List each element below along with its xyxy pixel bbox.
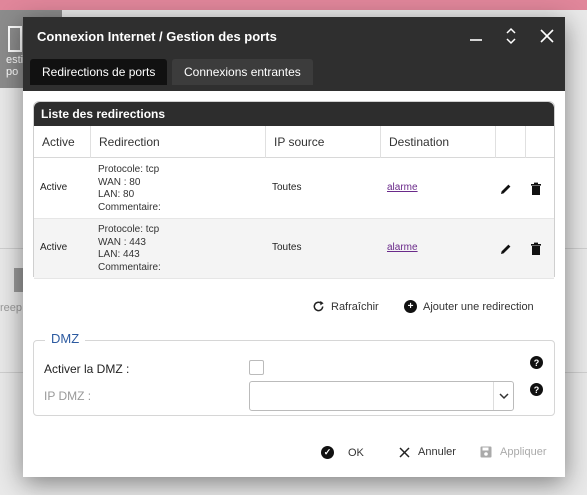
dialog-title: Connexion Internet / Gestion des ports: [37, 29, 277, 44]
edit-icon[interactable]: [499, 182, 513, 196]
tab-redirections[interactable]: Redirections de ports: [30, 59, 168, 85]
apply-label: Appliquer: [500, 446, 547, 458]
add-redirection-button[interactable]: + Ajouter une redirection: [404, 300, 534, 313]
dialog-header: Connexion Internet / Gestion des ports R…: [23, 17, 565, 91]
row-protocol: Protocole: tcp: [98, 164, 160, 175]
row-comment: Commentaire:: [98, 261, 161, 273]
minimize-icon: [470, 39, 482, 41]
tab-connexions-entrantes[interactable]: Connexions entrantes: [172, 59, 313, 85]
row-active: Active: [40, 242, 68, 253]
add-redirection-label: Ajouter une redirection: [423, 300, 534, 313]
dmz-activate-checkbox[interactable]: [249, 360, 264, 375]
row-lan: LAN: 443: [98, 249, 140, 260]
minimize-button[interactable]: [465, 25, 487, 47]
dropdown-toggle[interactable]: [493, 382, 513, 410]
cancel-label: Annuler: [418, 446, 456, 458]
row-destination: alarme: [387, 182, 418, 193]
destination-link[interactable]: alarme: [387, 242, 418, 253]
table-row: Active Protocole: tcp WAN : 443 LAN: 443…: [34, 219, 554, 279]
close-icon: [399, 446, 410, 458]
row-redirection: Protocole: tcp WAN : 443 LAN: 443 Commen…: [98, 224, 161, 274]
chevron-down-icon: [498, 393, 509, 400]
column-delete: [526, 126, 554, 158]
refresh-icon: [313, 300, 324, 312]
help-icon[interactable]: ?: [530, 383, 543, 396]
column-edit: [496, 126, 526, 158]
column-active: Active: [34, 126, 91, 158]
save-icon: [480, 446, 492, 458]
close-button[interactable]: [536, 25, 558, 47]
row-redirection: Protocole: tcp WAN : 80 LAN: 80 Commenta…: [98, 164, 161, 214]
maximize-button[interactable]: [500, 25, 522, 47]
row-ip-source: Toutes: [272, 182, 302, 193]
row-ip-source: Toutes: [272, 242, 302, 253]
dmz-activate-label: Activer la DMZ :: [44, 362, 130, 376]
column-destination: Destination: [381, 126, 496, 158]
port-management-dialog: Connexion Internet / Gestion des ports R…: [23, 17, 565, 477]
row-wan: WAN : 443: [98, 236, 146, 248]
check-circle-icon: ✓: [321, 446, 334, 459]
server-icon: [8, 26, 22, 52]
dmz-ip-select[interactable]: [249, 381, 514, 411]
refresh-button[interactable]: Rafraîchir: [312, 300, 379, 313]
apply-button[interactable]: Appliquer: [480, 446, 546, 458]
row-protocol: Protocole: tcp: [98, 224, 160, 235]
table-row: Active Protocole: tcp WAN : 80 LAN: 80 C…: [34, 159, 554, 219]
delete-icon[interactable]: [529, 182, 543, 196]
delete-icon[interactable]: [529, 242, 543, 256]
dmz-ip-label: IP DMZ :: [44, 389, 92, 403]
background-left-label: reep: [0, 302, 23, 314]
app-top-strip: [0, 0, 587, 10]
ok-button[interactable]: ✓ OK: [321, 446, 364, 459]
row-lan: LAN: 80: [98, 189, 135, 200]
destination-link[interactable]: alarme: [387, 182, 418, 193]
refresh-label: Rafraîchir: [331, 300, 379, 313]
row-comment: Commentaire:: [98, 201, 161, 213]
close-icon: [540, 29, 554, 43]
cancel-button[interactable]: Annuler: [399, 446, 456, 458]
expand-icon: [506, 27, 516, 45]
column-redirection: Redirection: [91, 126, 266, 158]
row-destination: alarme: [387, 242, 418, 253]
redirection-list: Liste des redirections Active Redirectio…: [33, 101, 555, 279]
help-icon[interactable]: ?: [530, 356, 543, 369]
list-title: Liste des redirections: [34, 102, 554, 126]
table-header: Active Redirection IP source Destination: [34, 126, 554, 158]
row-wan: WAN : 80: [98, 176, 141, 188]
ok-label: OK: [348, 446, 364, 459]
dmz-legend: DMZ: [45, 331, 86, 346]
row-active: Active: [40, 182, 68, 193]
add-circle-icon: +: [404, 300, 417, 313]
edit-icon[interactable]: [499, 242, 513, 256]
column-ip-source: IP source: [266, 126, 381, 158]
